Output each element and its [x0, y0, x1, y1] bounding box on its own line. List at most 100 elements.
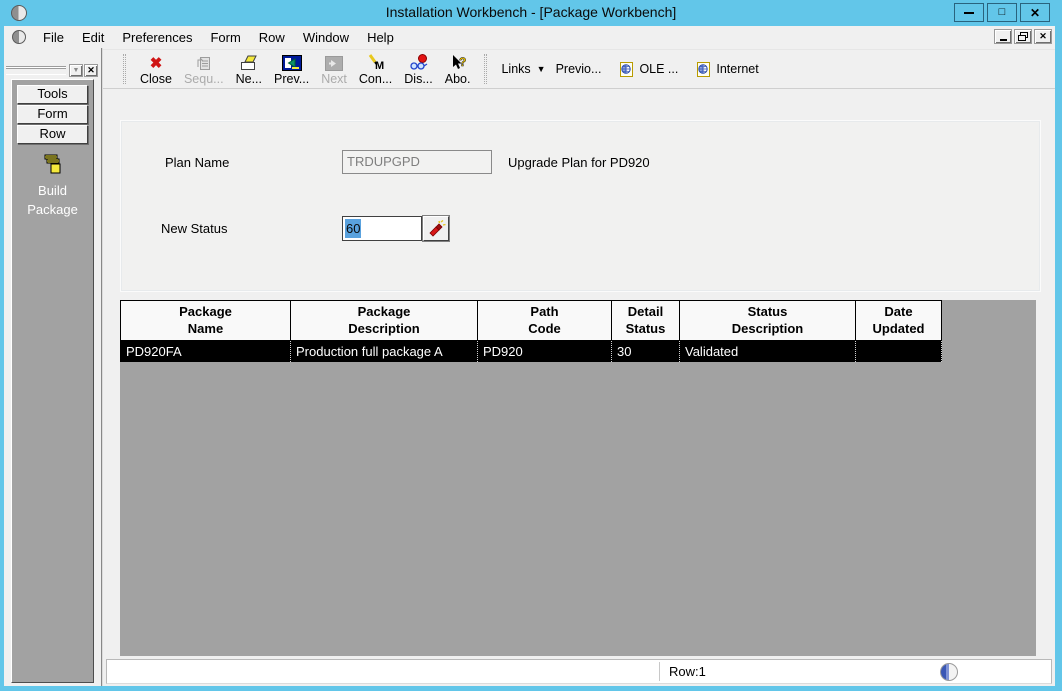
menu-item-preferences[interactable]: Preferences [113, 27, 201, 48]
cursor-help-icon: ? [449, 54, 467, 71]
sidebar-tab-row[interactable]: Row [17, 125, 88, 144]
grid-cell-package-description[interactable]: Production full package A [291, 341, 478, 362]
grid-cell-status-description[interactable]: Validated [680, 341, 856, 362]
content-area: ✖ Close Sequ [101, 48, 1055, 686]
internet-button[interactable]: Internet [696, 61, 758, 78]
links-chevron-down-icon[interactable]: ▼ [537, 65, 546, 74]
selected-text: 60 [345, 219, 361, 238]
new-status-input[interactable]: 60 [342, 216, 422, 241]
new-status-label: New Status [161, 221, 227, 236]
svg-text:?: ? [459, 55, 466, 69]
internet-document-globe-icon [696, 61, 711, 78]
exit-bar-header: ▼ ✕ [6, 63, 98, 77]
grid-cell-package-name[interactable]: PD920FA [121, 341, 291, 362]
toolbar-button-previous[interactable]: Prev... [268, 50, 315, 88]
status-globe-icon [940, 663, 958, 681]
svg-text:M: M [375, 60, 384, 71]
previous-icon [282, 55, 302, 71]
grid-header-date-updated[interactable]: Date Updated [856, 301, 942, 341]
title-bar: Installation Workbench - [Package Workbe… [0, 0, 1062, 26]
exit-bar-close-button[interactable]: ✕ [84, 64, 98, 77]
form-workspace: Plan Name TRDUPGPD Upgrade Plan for PD92… [103, 90, 1055, 657]
grid-header-detail-status[interactable]: Detail Status [612, 301, 680, 341]
build-package-label: Build Package [12, 182, 93, 220]
minimize-button[interactable] [954, 3, 984, 22]
menu-item-window[interactable]: Window [294, 27, 358, 48]
close-icon: ✕ [1030, 7, 1040, 19]
previous-link-button[interactable]: Previo... [556, 62, 602, 76]
plan-name-label: Plan Name [165, 155, 229, 170]
toolbar: ✖ Close Sequ [103, 49, 1055, 89]
pencil-m-icon: M [367, 54, 385, 71]
sidebar-tab-tools[interactable]: Tools [17, 85, 88, 104]
maximize-icon: □ [999, 7, 1006, 18]
toolbar-grip-2[interactable] [484, 54, 487, 84]
ole-button[interactable]: OLE ... [619, 61, 678, 78]
grid-header-status-description[interactable]: Status Description [680, 301, 856, 341]
mdi-minimize-button[interactable] [994, 29, 1012, 44]
exit-bar-grip[interactable] [6, 66, 66, 75]
grid-cell-path-code[interactable]: PD920 [478, 341, 612, 362]
exit-bar: Tools Form Row Build Package [11, 79, 94, 683]
toolbar-button-about[interactable]: ? Abo. [439, 50, 477, 88]
exit-bar-tabs: Tools Form Row [12, 80, 93, 144]
grid-header-package-name[interactable]: Package Name [121, 301, 291, 341]
links-button[interactable]: Links [501, 62, 530, 76]
toolbar-button-new[interactable]: Ne... [230, 50, 268, 88]
toolbar-button-sequence: Sequ... [178, 50, 230, 88]
mdi-restore-button[interactable] [1014, 29, 1032, 44]
toolbar-button-display[interactable]: Dis... [398, 50, 438, 88]
menu-item-help[interactable]: Help [358, 27, 403, 48]
grid-panel: Package Name Package Description Path Co… [120, 300, 1036, 656]
chevron-down-icon: ▼ [73, 67, 80, 74]
sidebar-tab-form[interactable]: Form [17, 105, 88, 124]
plan-name-input: TRDUPGPD [342, 150, 492, 174]
toolbar-button-continue[interactable]: M Con... [353, 50, 398, 88]
toolbar-button-close[interactable]: ✖ Close [134, 50, 178, 88]
exit-bar-dropdown-button[interactable]: ▼ [69, 64, 83, 77]
exit-bar-zone: ▼ ✕ Tools Form Row [4, 48, 101, 686]
ole-label: OLE ... [639, 62, 678, 76]
build-package-icon [41, 154, 65, 176]
visual-assist-button[interactable] [423, 216, 449, 241]
menu-bar: File Edit Preferences Form Row Window He… [4, 26, 1055, 48]
maximize-button[interactable]: □ [987, 3, 1017, 22]
ole-document-globe-icon [619, 61, 634, 78]
new-envelope-icon [239, 54, 259, 71]
internet-label: Internet [716, 62, 758, 76]
sequence-icon [196, 55, 212, 71]
mdi-close-icon: ✕ [1039, 32, 1047, 41]
menu-item-form[interactable]: Form [201, 27, 249, 48]
mdi-close-button[interactable]: ✕ [1034, 29, 1052, 44]
header-form-panel: Plan Name TRDUPGPD Upgrade Plan for PD92… [120, 120, 1041, 292]
status-divider [659, 662, 660, 681]
menu-item-file[interactable]: File [34, 27, 73, 48]
menu-item-row[interactable]: Row [250, 27, 294, 48]
client-area: File Edit Preferences Form Row Window He… [4, 26, 1055, 686]
menu-item-edit[interactable]: Edit [73, 27, 113, 48]
grid-cell-date-updated[interactable] [856, 341, 942, 362]
exit-bar-close-icon: ✕ [87, 66, 95, 75]
close-button[interactable]: ✕ [1020, 3, 1050, 22]
mdi-window-controls: ✕ [994, 29, 1052, 44]
minimize-icon [964, 12, 974, 14]
application-window: Installation Workbench - [Package Workbe… [0, 0, 1062, 691]
close-x-icon: ✖ [150, 56, 163, 71]
toolbar-button-next: Next [315, 50, 353, 88]
window-controls: □ ✕ [954, 3, 1050, 22]
grid-header-package-description[interactable]: Package Description [291, 301, 478, 341]
mdi-minimize-icon [1000, 39, 1007, 41]
glasses-icon [409, 54, 429, 71]
plan-name-description: Upgrade Plan for PD920 [508, 155, 650, 170]
status-bar: Row:1 [106, 659, 1052, 684]
toolbar-grip[interactable] [123, 54, 126, 84]
window-title: Installation Workbench - [Package Workbe… [0, 4, 1062, 20]
links-group: Links ▼ Previo... OLE ... [495, 61, 758, 78]
grid-header-path-code[interactable]: Path Code [478, 301, 612, 341]
system-menu-icon[interactable] [12, 30, 26, 44]
row-counter: Row:1 [669, 664, 706, 679]
grid-cell-detail-status[interactable]: 30 [612, 341, 680, 362]
next-icon [325, 56, 343, 71]
results-grid: Package Name Package Description Path Co… [120, 300, 942, 362]
build-package-button[interactable]: Build Package [12, 154, 93, 220]
